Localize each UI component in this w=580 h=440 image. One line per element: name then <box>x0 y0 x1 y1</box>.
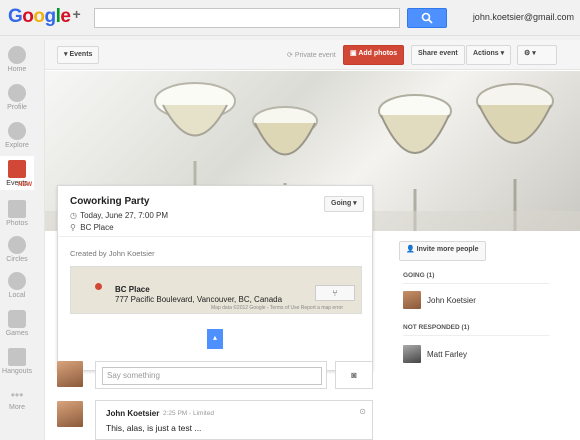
photos-icon <box>8 200 26 218</box>
nav-label: Local <box>8 292 26 299</box>
search-button[interactable] <box>407 8 447 28</box>
post-author[interactable]: John Koetsier <box>106 409 159 418</box>
chevron-down-icon: ▾ <box>498 50 505 57</box>
nav-label: Home <box>7 66 27 73</box>
not-responded-header: NOT RESPONDED (1) <box>403 324 470 331</box>
more-icon: ••• <box>10 388 24 402</box>
chevron-up-icon: ▴ <box>212 333 217 342</box>
search-input[interactable] <box>94 8 400 28</box>
guest-name: Matt Farley <box>427 349 468 359</box>
settings-menu-button[interactable]: ⚙ ▾ <box>517 45 557 65</box>
post-menu-icon[interactable]: ⊙ <box>359 407 366 416</box>
going-label: Going <box>331 200 352 207</box>
event-date-text: Today, June 27, 7:00 PM <box>80 211 168 220</box>
events-label: Events <box>69 51 93 58</box>
hangouts-icon <box>8 348 26 366</box>
avatar <box>403 291 421 309</box>
gear-icon: ⚙ ▾ <box>524 50 536 57</box>
add-photos-button[interactable]: ▣ Add photos <box>343 45 405 65</box>
event-action-bar: ▾ Events ⟳ Private event ▣ Add photos Sh… <box>45 40 580 70</box>
post-text: This, alas, is just a test ... <box>106 423 202 433</box>
map-marker-icon <box>95 283 102 290</box>
share-event-button[interactable]: Share event <box>411 45 465 65</box>
post-meta: 2:25 PM - Limited <box>163 410 214 417</box>
event-location[interactable]: ⚲ BC Place <box>70 223 114 232</box>
map-place-name: BC Place <box>115 285 150 294</box>
clock-icon: ◷ <box>70 211 77 220</box>
event-date: ◷ Today, June 27, 7:00 PM <box>70 211 168 220</box>
nav-label: Photos <box>6 220 28 227</box>
expand-toggle[interactable]: ▴ <box>207 329 223 349</box>
local-icon <box>8 272 26 290</box>
divider <box>403 283 549 284</box>
guest-john-koetsier[interactable]: John Koetsier <box>403 291 476 309</box>
divider <box>58 236 372 237</box>
created-by: Created by John Koetsier <box>70 249 155 258</box>
say-something-input[interactable]: Say something <box>102 367 322 385</box>
event-details-card: Coworking Party Going ▾ ◷ Today, June 27… <box>57 185 373 371</box>
home-icon <box>8 46 26 64</box>
main-content: ▾ Events ⟳ Private event ▣ Add photos Sh… <box>44 40 580 440</box>
add-person-icon: 👤 <box>406 246 417 253</box>
nav-label: More <box>9 404 25 411</box>
comment-composer: Say something <box>95 361 327 389</box>
divider <box>403 335 549 336</box>
lock-icon: ⟳ <box>287 52 295 59</box>
top-bar: Google + john.koetsier@gmail.com <box>0 0 580 36</box>
invite-label: Invite more people <box>416 246 479 253</box>
privacy-text: Private event <box>294 52 336 59</box>
rsvp-going-button[interactable]: Going ▾ <box>324 196 364 212</box>
left-nav: Home Profile Explore Events NEW Photos C… <box>0 36 34 440</box>
nav-label: Hangouts <box>2 368 32 375</box>
nav-label: Profile <box>7 104 27 111</box>
camera-icon: ◙ <box>351 370 357 380</box>
nav-hangouts[interactable]: Hangouts <box>0 348 34 375</box>
events-icon <box>8 160 26 178</box>
avatar <box>57 401 83 427</box>
games-icon <box>8 310 26 328</box>
new-badge: NEW <box>18 182 32 188</box>
map-pin-icon: ⚲ <box>70 223 76 232</box>
actions-menu-button[interactable]: Actions ▾ <box>466 45 512 65</box>
nav-label: Games <box>5 330 29 337</box>
events-menu-button[interactable]: ▾ Events <box>57 46 100 64</box>
guest-name: John Koetsier <box>427 295 476 305</box>
event-location-text: BC Place <box>80 223 114 232</box>
avatar <box>57 361 83 387</box>
map-address: 777 Pacific Boulevard, Vancouver, BC, Ca… <box>115 295 283 304</box>
google-plus-logo[interactable]: Google + <box>8 6 81 28</box>
directions-icon: ⑂ <box>332 288 338 298</box>
nav-label: Explore <box>5 142 29 149</box>
directions-button[interactable]: ⑂ <box>315 285 355 301</box>
search-icon <box>421 12 433 24</box>
user-email[interactable]: john.koetsier@gmail.com <box>473 12 574 22</box>
explore-icon <box>8 122 26 140</box>
nav-home[interactable]: Home <box>0 46 34 73</box>
nav-profile[interactable]: Profile <box>0 84 34 111</box>
event-post: John Koetsier 2:25 PM - Limited This, al… <box>95 400 373 440</box>
guest-matt-farley[interactable]: Matt Farley <box>403 345 467 363</box>
nav-explore[interactable]: Explore <box>0 122 34 149</box>
actions-label: Actions <box>473 50 499 57</box>
add-photos-label: Add photos <box>358 50 398 57</box>
going-header: GOING (1) <box>403 272 435 279</box>
map-footer: Map data ©2012 Google - Terms of Use Rep… <box>211 305 343 311</box>
location-map[interactable]: BC Place 777 Pacific Boulevard, Vancouve… <box>70 266 362 314</box>
nav-photos[interactable]: Photos <box>0 200 34 227</box>
nav-more[interactable]: ••• More <box>0 388 34 411</box>
nav-circles[interactable]: Circles <box>0 236 34 263</box>
profile-icon <box>8 84 26 102</box>
nav-games[interactable]: Games <box>0 310 34 337</box>
chevron-down-icon: ▾ <box>351 200 357 207</box>
private-event-label: ⟳ Private event <box>287 51 336 59</box>
event-title: Coworking Party <box>70 196 150 207</box>
avatar <box>403 345 421 363</box>
invite-more-people-button[interactable]: 👤 Invite more people <box>399 241 486 261</box>
add-photo-comment-button[interactable]: ◙ <box>335 361 373 389</box>
nav-local[interactable]: Local <box>0 272 34 299</box>
nav-events[interactable]: Events NEW <box>0 156 34 190</box>
nav-label: Circles <box>6 256 28 263</box>
circles-icon <box>8 236 26 254</box>
